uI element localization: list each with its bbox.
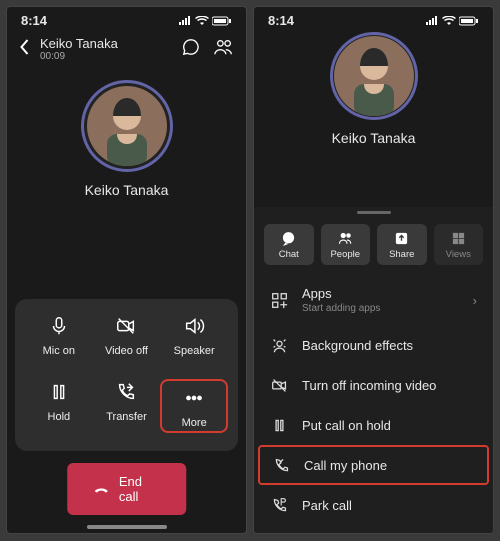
profile-name: Keiko Tanaka xyxy=(85,182,169,198)
avatar xyxy=(87,86,167,166)
home-indicator xyxy=(87,525,167,529)
wifi-icon xyxy=(442,16,456,26)
transfer-icon xyxy=(113,379,139,405)
menu-put-hold-label: Put call on hold xyxy=(302,418,391,433)
more-button[interactable]: More xyxy=(160,379,228,433)
header-call-timer: 00:09 xyxy=(40,51,172,62)
menu-turn-off-video-label: Turn off incoming video xyxy=(302,378,436,393)
battery-icon xyxy=(459,16,479,26)
end-call-label: End call xyxy=(119,474,160,504)
menu-apps-sub: Start adding apps xyxy=(302,303,380,314)
mic-button[interactable]: Mic on xyxy=(25,313,93,357)
bg-effects-icon xyxy=(270,336,288,354)
people-icon xyxy=(338,231,353,246)
hold-button[interactable]: Hold xyxy=(25,379,93,433)
tab-people[interactable]: People xyxy=(321,224,371,265)
menu-turn-off-video[interactable]: Turn off incoming video xyxy=(254,365,493,405)
signal-icon xyxy=(178,16,192,26)
menu-call-my-phone-label: Call my phone xyxy=(304,458,387,473)
menu-apps[interactable]: Apps Start adding apps › xyxy=(254,275,493,325)
apps-icon xyxy=(270,291,288,309)
end-call-button[interactable]: End call xyxy=(67,463,187,515)
header-info: Keiko Tanaka 00:09 xyxy=(40,36,172,62)
views-icon xyxy=(451,231,466,246)
mic-label: Mic on xyxy=(43,345,75,357)
status-icons xyxy=(425,16,479,26)
menu-call-my-phone[interactable]: Call my phone xyxy=(258,445,489,485)
call-my-phone-icon xyxy=(272,456,290,474)
profile-block: Keiko Tanaka xyxy=(7,72,246,198)
chat-icon[interactable] xyxy=(182,38,200,61)
menu-transfer[interactable]: Transfer xyxy=(254,525,493,534)
header-actions xyxy=(182,38,234,61)
back-icon[interactable] xyxy=(19,39,30,60)
tab-chat-label: Chat xyxy=(279,249,299,260)
profile-name: Keiko Tanaka xyxy=(332,130,416,146)
tab-views[interactable]: Views xyxy=(434,224,484,265)
status-time: 8:14 xyxy=(21,13,47,28)
menu-put-hold[interactable]: Put call on hold xyxy=(254,405,493,445)
speaker-label: Speaker xyxy=(174,345,215,357)
transfer-button[interactable]: Transfer xyxy=(93,379,161,433)
hold-icon xyxy=(46,379,72,405)
tab-chat[interactable]: Chat xyxy=(264,224,314,265)
menu-park[interactable]: Park call xyxy=(254,485,493,525)
menu-apps-label: Apps xyxy=(302,286,380,301)
status-icons xyxy=(178,16,232,26)
status-bar: 8:14 xyxy=(7,7,246,30)
hold-icon xyxy=(270,416,288,434)
mic-icon xyxy=(46,313,72,339)
call-controls: Mic on Video off Speaker Hold Transfer M… xyxy=(15,299,238,451)
menu-bg-effects-label: Background effects xyxy=(302,338,413,353)
more-icon xyxy=(181,385,207,411)
wifi-icon xyxy=(195,16,209,26)
transfer-label: Transfer xyxy=(106,411,147,423)
video-button[interactable]: Video off xyxy=(93,313,161,357)
call-screen-left: 8:14 Keiko Tanaka 00:09 Keiko Tanaka xyxy=(6,6,247,534)
signal-icon xyxy=(425,16,439,26)
tab-share[interactable]: Share xyxy=(377,224,427,265)
tab-share-label: Share xyxy=(389,249,414,260)
battery-icon xyxy=(212,16,232,26)
more-overlay: Chat People Share Views Apps Start addin… xyxy=(254,207,493,533)
speaker-button[interactable]: Speaker xyxy=(160,313,228,357)
tab-row: Chat People Share Views xyxy=(254,224,493,275)
video-label: Video off xyxy=(105,345,148,357)
hold-label: Hold xyxy=(48,411,71,423)
call-screen-right: 8:14 Keiko Tanaka Chat People xyxy=(253,6,494,534)
video-off-icon xyxy=(270,376,288,394)
status-time: 8:14 xyxy=(268,13,294,28)
avatar-ring xyxy=(81,80,173,172)
chevron-right-icon: › xyxy=(473,293,477,308)
video-off-icon xyxy=(113,313,139,339)
menu-bg-effects[interactable]: Background effects xyxy=(254,325,493,365)
park-icon xyxy=(270,496,288,514)
chat-icon xyxy=(281,231,296,246)
tab-people-label: People xyxy=(330,249,360,260)
speaker-icon xyxy=(181,313,207,339)
profile-block: Keiko Tanaka xyxy=(254,30,493,146)
menu-park-label: Park call xyxy=(302,498,352,513)
people-icon[interactable] xyxy=(214,38,234,61)
share-icon xyxy=(394,231,409,246)
end-call-icon xyxy=(93,484,109,494)
avatar xyxy=(334,36,414,116)
tab-views-label: Views xyxy=(446,249,471,260)
more-label: More xyxy=(182,417,207,429)
drag-handle[interactable] xyxy=(357,211,391,214)
status-bar: 8:14 xyxy=(254,7,493,30)
header-caller-name: Keiko Tanaka xyxy=(40,36,172,51)
call-header: Keiko Tanaka 00:09 xyxy=(7,30,246,72)
avatar-ring xyxy=(330,32,418,120)
